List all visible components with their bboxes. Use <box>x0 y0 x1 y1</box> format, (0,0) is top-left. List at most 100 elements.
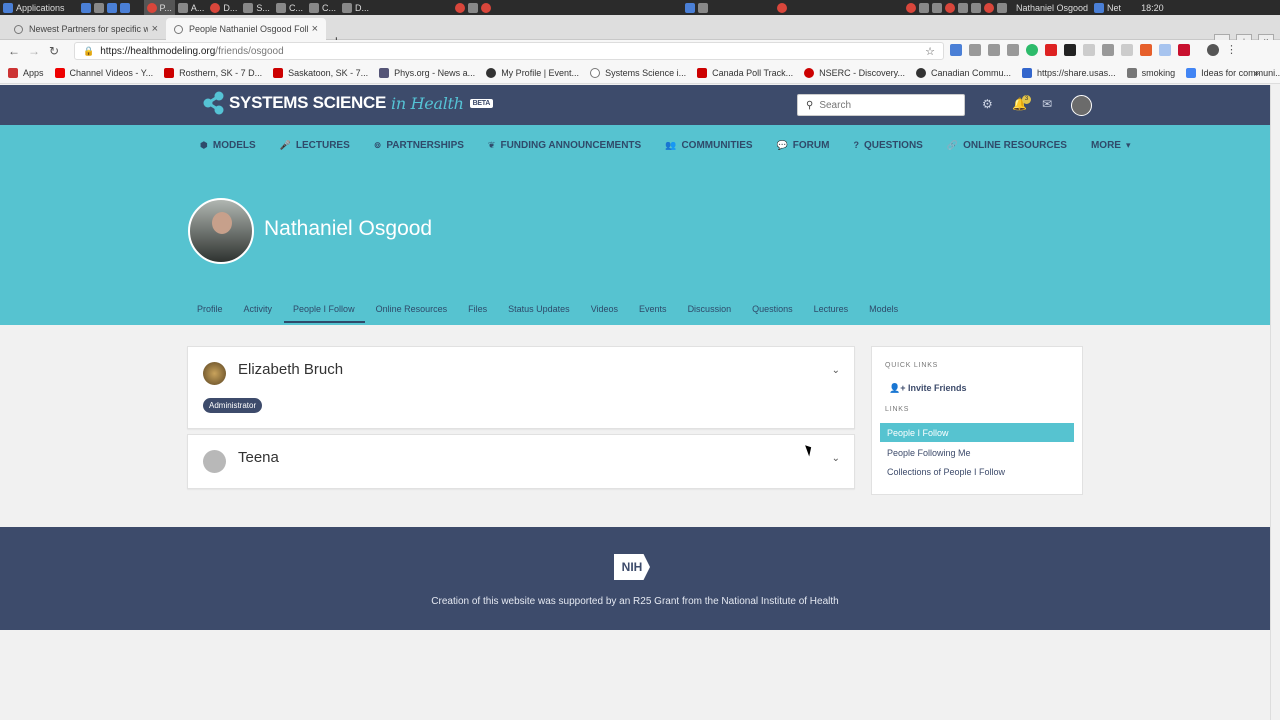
tab-questions[interactable]: Questions <box>752 304 793 323</box>
taskbar-window-5[interactable]: C... <box>273 0 306 15</box>
reload-icon[interactable]: ↻ <box>44 44 64 58</box>
bookmark-folder[interactable]: smoking <box>1126 67 1175 78</box>
taskbar-tray-chrome[interactable] <box>774 0 793 15</box>
nav-label: QUESTIONS <box>863 139 923 151</box>
user-avatar[interactable] <box>1071 95 1092 116</box>
taskbar-window-7[interactable]: D... <box>339 0 372 15</box>
tab-people-i-follow[interactable]: People I Follow <box>284 304 365 323</box>
site-search[interactable]: ⚲ <box>797 94 965 116</box>
nav-more[interactable]: MORE ▾ <box>1091 140 1136 151</box>
extension-icon[interactable] <box>950 44 962 56</box>
bookmark-item[interactable]: Canadian Commu... <box>915 67 1011 78</box>
nav-lectures[interactable]: 🎤 LECTURES <box>280 140 350 151</box>
sidebar-link-people-following-me[interactable]: People Following Me <box>880 443 1074 462</box>
os-net-indicator[interactable]: Net <box>1091 0 1124 15</box>
tab-status-updates[interactable]: Status Updates <box>508 304 570 323</box>
browser-menu-icon[interactable]: ⋮ <box>1226 44 1238 56</box>
tab-models[interactable]: Models <box>869 304 898 323</box>
extension-icon[interactable] <box>1045 44 1057 56</box>
close-tab-icon[interactable]: × <box>312 23 318 35</box>
bookmark-item[interactable]: Phys.org - News a... <box>379 67 475 78</box>
tab-events[interactable]: Events <box>639 304 667 323</box>
extension-icon[interactable] <box>1007 44 1019 56</box>
bookmark-star-icon[interactable]: ☆ <box>925 45 935 58</box>
nav-online-resources[interactable]: 🔗 ONLINE RESOURCES <box>947 140 1067 151</box>
bookmark-apps[interactable]: Apps <box>8 67 44 78</box>
system-tray[interactable] <box>903 0 1013 15</box>
tab-files[interactable]: Files <box>468 304 487 323</box>
sidebar-link-collections[interactable]: Collections of People I Follow <box>880 462 1074 481</box>
chevron-down-icon[interactable]: ⌄ <box>832 453 840 464</box>
taskbar-workspace-buttons[interactable] <box>452 0 497 15</box>
nav-forum[interactable]: 💬 FORUM <box>777 140 830 151</box>
nav-models[interactable]: ⬢ MODELS <box>200 140 256 151</box>
bookmark-item[interactable]: Canada Poll Track... <box>697 67 793 78</box>
forward-arrow-icon[interactable]: → <box>24 44 44 58</box>
bookmark-item[interactable]: My Profile | Event... <box>486 67 579 78</box>
bookmark-item[interactable]: Ideas for communi... <box>1186 67 1280 78</box>
taskbar-window-3[interactable]: D... <box>207 0 240 15</box>
taskbar-window-6[interactable]: C... <box>306 0 339 15</box>
chevron-down-icon[interactable]: ⌄ <box>832 365 840 376</box>
taskbar-launchers[interactable] <box>78 0 136 15</box>
extension-icon[interactable] <box>988 44 1000 56</box>
bookmarks-overflow-icon[interactable]: » <box>1254 68 1259 78</box>
nav-questions[interactable]: ? QUESTIONS <box>853 140 922 151</box>
bookmark-item[interactable]: Rosthern, SK - 7 D... <box>164 67 262 78</box>
comments-icon: 💬 <box>776 139 788 150</box>
taskbar-window-4[interactable]: S... <box>240 0 273 15</box>
tab-profile[interactable]: Profile <box>197 304 223 323</box>
extension-icon[interactable] <box>1026 44 1038 56</box>
taskbar-window-1[interactable]: P... <box>143 0 175 15</box>
nav-label: LECTURES <box>295 139 350 151</box>
bookmark-item[interactable]: NSERC - Discovery... <box>804 67 905 78</box>
tab-online-resources[interactable]: Online Resources <box>376 304 448 323</box>
invite-friends-link[interactable]: 👤+ Invite Friends <box>889 383 966 394</box>
close-tab-icon[interactable]: × <box>152 23 158 35</box>
extension-icon[interactable] <box>969 44 981 56</box>
site-logo[interactable]: SYSTEMS SCIENCE in Health BETA <box>203 91 494 115</box>
os-user-name[interactable]: Nathaniel Osgood <box>1013 0 1091 15</box>
extension-icon[interactable] <box>1159 44 1171 56</box>
extension-icon[interactable] <box>1083 44 1095 56</box>
bookmark-item[interactable]: Systems Science i... <box>590 67 686 78</box>
extension-icon[interactable] <box>1121 44 1133 56</box>
nav-partnerships[interactable]: ⊚ PARTNERSHIPS <box>374 140 464 151</box>
envelope-icon[interactable]: ✉ <box>1042 97 1052 111</box>
applications-menu[interactable]: Applications <box>0 0 68 15</box>
page-scrollbar[interactable] <box>1270 85 1280 720</box>
tab-videos[interactable]: Videos <box>591 304 618 323</box>
bookmark-item[interactable]: https://share.usas... <box>1022 67 1116 78</box>
profile-avatar-icon[interactable] <box>1207 44 1219 56</box>
address-bar[interactable]: 🔒 https://healthmodeling.org/friends/osg… <box>74 42 944 60</box>
extension-icon[interactable] <box>1064 44 1076 56</box>
extension-icon[interactable] <box>1102 44 1114 56</box>
nih-logo[interactable]: NIH <box>614 554 650 580</box>
sidebar-link-people-i-follow[interactable]: People I Follow <box>880 423 1074 442</box>
browser-tab-partners[interactable]: Newest Partners for specific w × <box>6 18 166 40</box>
tab-lectures[interactable]: Lectures <box>814 304 849 323</box>
tab-activity[interactable]: Activity <box>244 304 273 323</box>
os-clock[interactable]: 18:20 <box>1138 0 1167 15</box>
search-input[interactable] <box>819 99 950 111</box>
following-name[interactable]: Elizabeth Bruch <box>238 361 343 378</box>
user-avatar <box>203 362 226 385</box>
taskbar-tray-mid[interactable] <box>682 0 714 15</box>
nav-funding-announcements[interactable]: ❦ FUNDING ANNOUNCEMENTS <box>488 140 641 151</box>
bookmark-item[interactable]: Channel Videos - Y... <box>54 67 153 78</box>
gear-icon[interactable]: ⚙ <box>982 97 993 111</box>
microphone-icon: 🎤 <box>279 139 291 150</box>
back-arrow-icon[interactable]: ← <box>4 44 24 58</box>
extension-icon[interactable] <box>1178 44 1190 56</box>
applications-icon <box>3 2 13 13</box>
extension-icon[interactable] <box>1140 44 1152 56</box>
browser-tab-people[interactable]: People Nathaniel Osgood Follo × <box>166 18 326 40</box>
taskbar-window-2[interactable]: A... <box>175 0 208 15</box>
following-name[interactable]: Teena <box>238 449 279 466</box>
nav-communities[interactable]: 👥 COMMUNITIES <box>665 140 752 151</box>
following-card[interactable]: Teena ⌄ <box>187 434 855 489</box>
following-card[interactable]: Elizabeth Bruch ⌄ Administrator <box>187 346 855 429</box>
bookmark-item[interactable]: Saskatoon, SK - 7... <box>273 67 368 78</box>
browser-tab-strip: Newest Partners for specific w × People … <box>0 15 1280 50</box>
tab-discussion[interactable]: Discussion <box>688 304 732 323</box>
